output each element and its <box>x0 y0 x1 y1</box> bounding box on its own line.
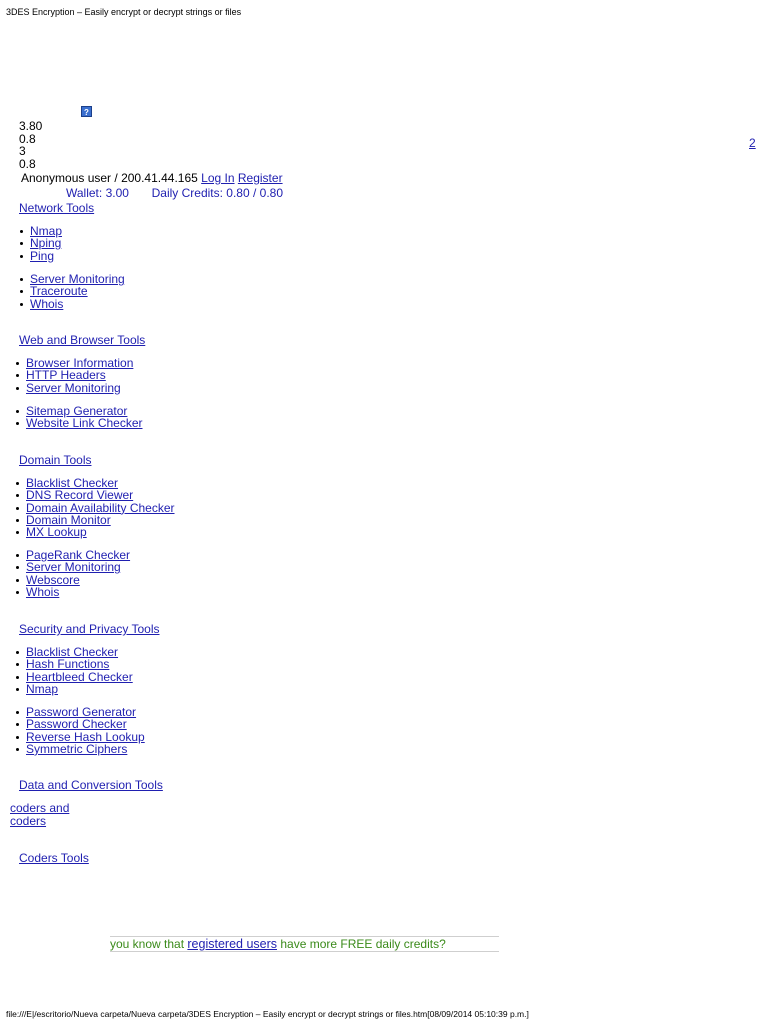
anonymous-user-label: Anonymous user / <box>21 171 118 185</box>
registered-users-link[interactable]: registered users <box>187 937 277 951</box>
section-domain-tools[interactable]: Domain Tools <box>19 453 91 467</box>
section-network-tools[interactable]: Network Tools <box>19 201 94 215</box>
login-link[interactable]: Log In <box>201 171 234 185</box>
list-item: MX Lookup <box>14 526 175 538</box>
help-number-link[interactable]: 2 <box>749 136 756 150</box>
security-tools-list-1: Blacklist Checker Hash Functions Heartbl… <box>14 646 133 695</box>
credits-line: Wallet: 3.00 Daily Credits: 0.80 / 0.80 <box>66 186 283 200</box>
menu-link-encoders-decoders-line2[interactable]: coders <box>10 815 46 828</box>
menu-link-mx-lookup[interactable]: MX Lookup <box>26 525 87 539</box>
section-coders-tools[interactable]: Coders Tools <box>19 851 89 865</box>
notice-prefix: you know that <box>110 937 185 951</box>
web-tools-list-1: Browser Information HTTP Headers Server … <box>14 357 133 394</box>
notice-suffix: have more FREE daily credits? <box>280 937 446 951</box>
stat-value-1: 3.80 <box>19 119 43 133</box>
menu-link-whois[interactable]: Whois <box>26 585 59 599</box>
print-header-title: 3DES Encryption – Easily encrypt or decr… <box>6 7 242 17</box>
list-item: Whois <box>18 297 125 311</box>
registered-users-notice: you know that registered users have more… <box>110 936 499 952</box>
domain-tools-list-2: PageRank Checker Server Monitoring Websc… <box>14 549 130 598</box>
help-icon[interactable]: ? <box>81 106 92 117</box>
security-tools-list-2: Password Generator Password Checker Reve… <box>14 706 145 755</box>
wallet-balance: Wallet: 3.00 <box>66 186 129 200</box>
menu-link-server-monitoring[interactable]: Server Monitoring <box>26 381 121 395</box>
section-web-browser-tools[interactable]: Web and Browser Tools <box>19 333 145 347</box>
menu-link-ping[interactable]: Ping <box>30 249 54 263</box>
list-item: Website Link Checker <box>14 417 143 429</box>
domain-tools-list-1: Blacklist Checker DNS Record Viewer Doma… <box>14 477 175 538</box>
menu-link-whois[interactable]: Whois <box>30 297 63 311</box>
menu-link-encoders-decoders-line1[interactable]: coders and <box>10 802 69 815</box>
list-item: Symmetric Ciphers <box>14 743 145 755</box>
list-item: Whois <box>14 586 130 598</box>
daily-credits: Daily Credits: 0.80 / 0.80 <box>151 186 284 200</box>
stat-value-4: 0.8 <box>19 156 36 171</box>
section-security-privacy-tools[interactable]: Security and Privacy Tools <box>19 622 160 636</box>
user-info-line: Anonymous user / 200.41.44.165 Log In Re… <box>21 171 283 185</box>
network-tools-list-2: Server Monitoring Traceroute Whois <box>18 273 125 310</box>
menu-link-symmetric-ciphers[interactable]: Symmetric Ciphers <box>26 742 127 756</box>
list-item: Nmap <box>14 683 133 695</box>
user-ip: 200.41.44.165 <box>121 171 198 185</box>
web-tools-list-2: Sitemap Generator Website Link Checker <box>14 405 143 430</box>
print-footer-path: file:///E|/escritorio/Nueva carpeta/Nuev… <box>6 1009 529 1019</box>
section-data-conversion-tools[interactable]: Data and Conversion Tools <box>19 778 163 792</box>
menu-link-website-link-checker[interactable]: Website Link Checker <box>26 416 143 430</box>
register-link[interactable]: Register <box>238 171 283 185</box>
list-item: Server Monitoring <box>14 381 133 395</box>
stat-value-3: 3 <box>19 144 26 158</box>
menu-link-nmap[interactable]: Nmap <box>26 682 58 696</box>
list-item: Ping <box>18 249 62 263</box>
network-tools-list-1: Nmap Nping Ping <box>18 225 62 262</box>
